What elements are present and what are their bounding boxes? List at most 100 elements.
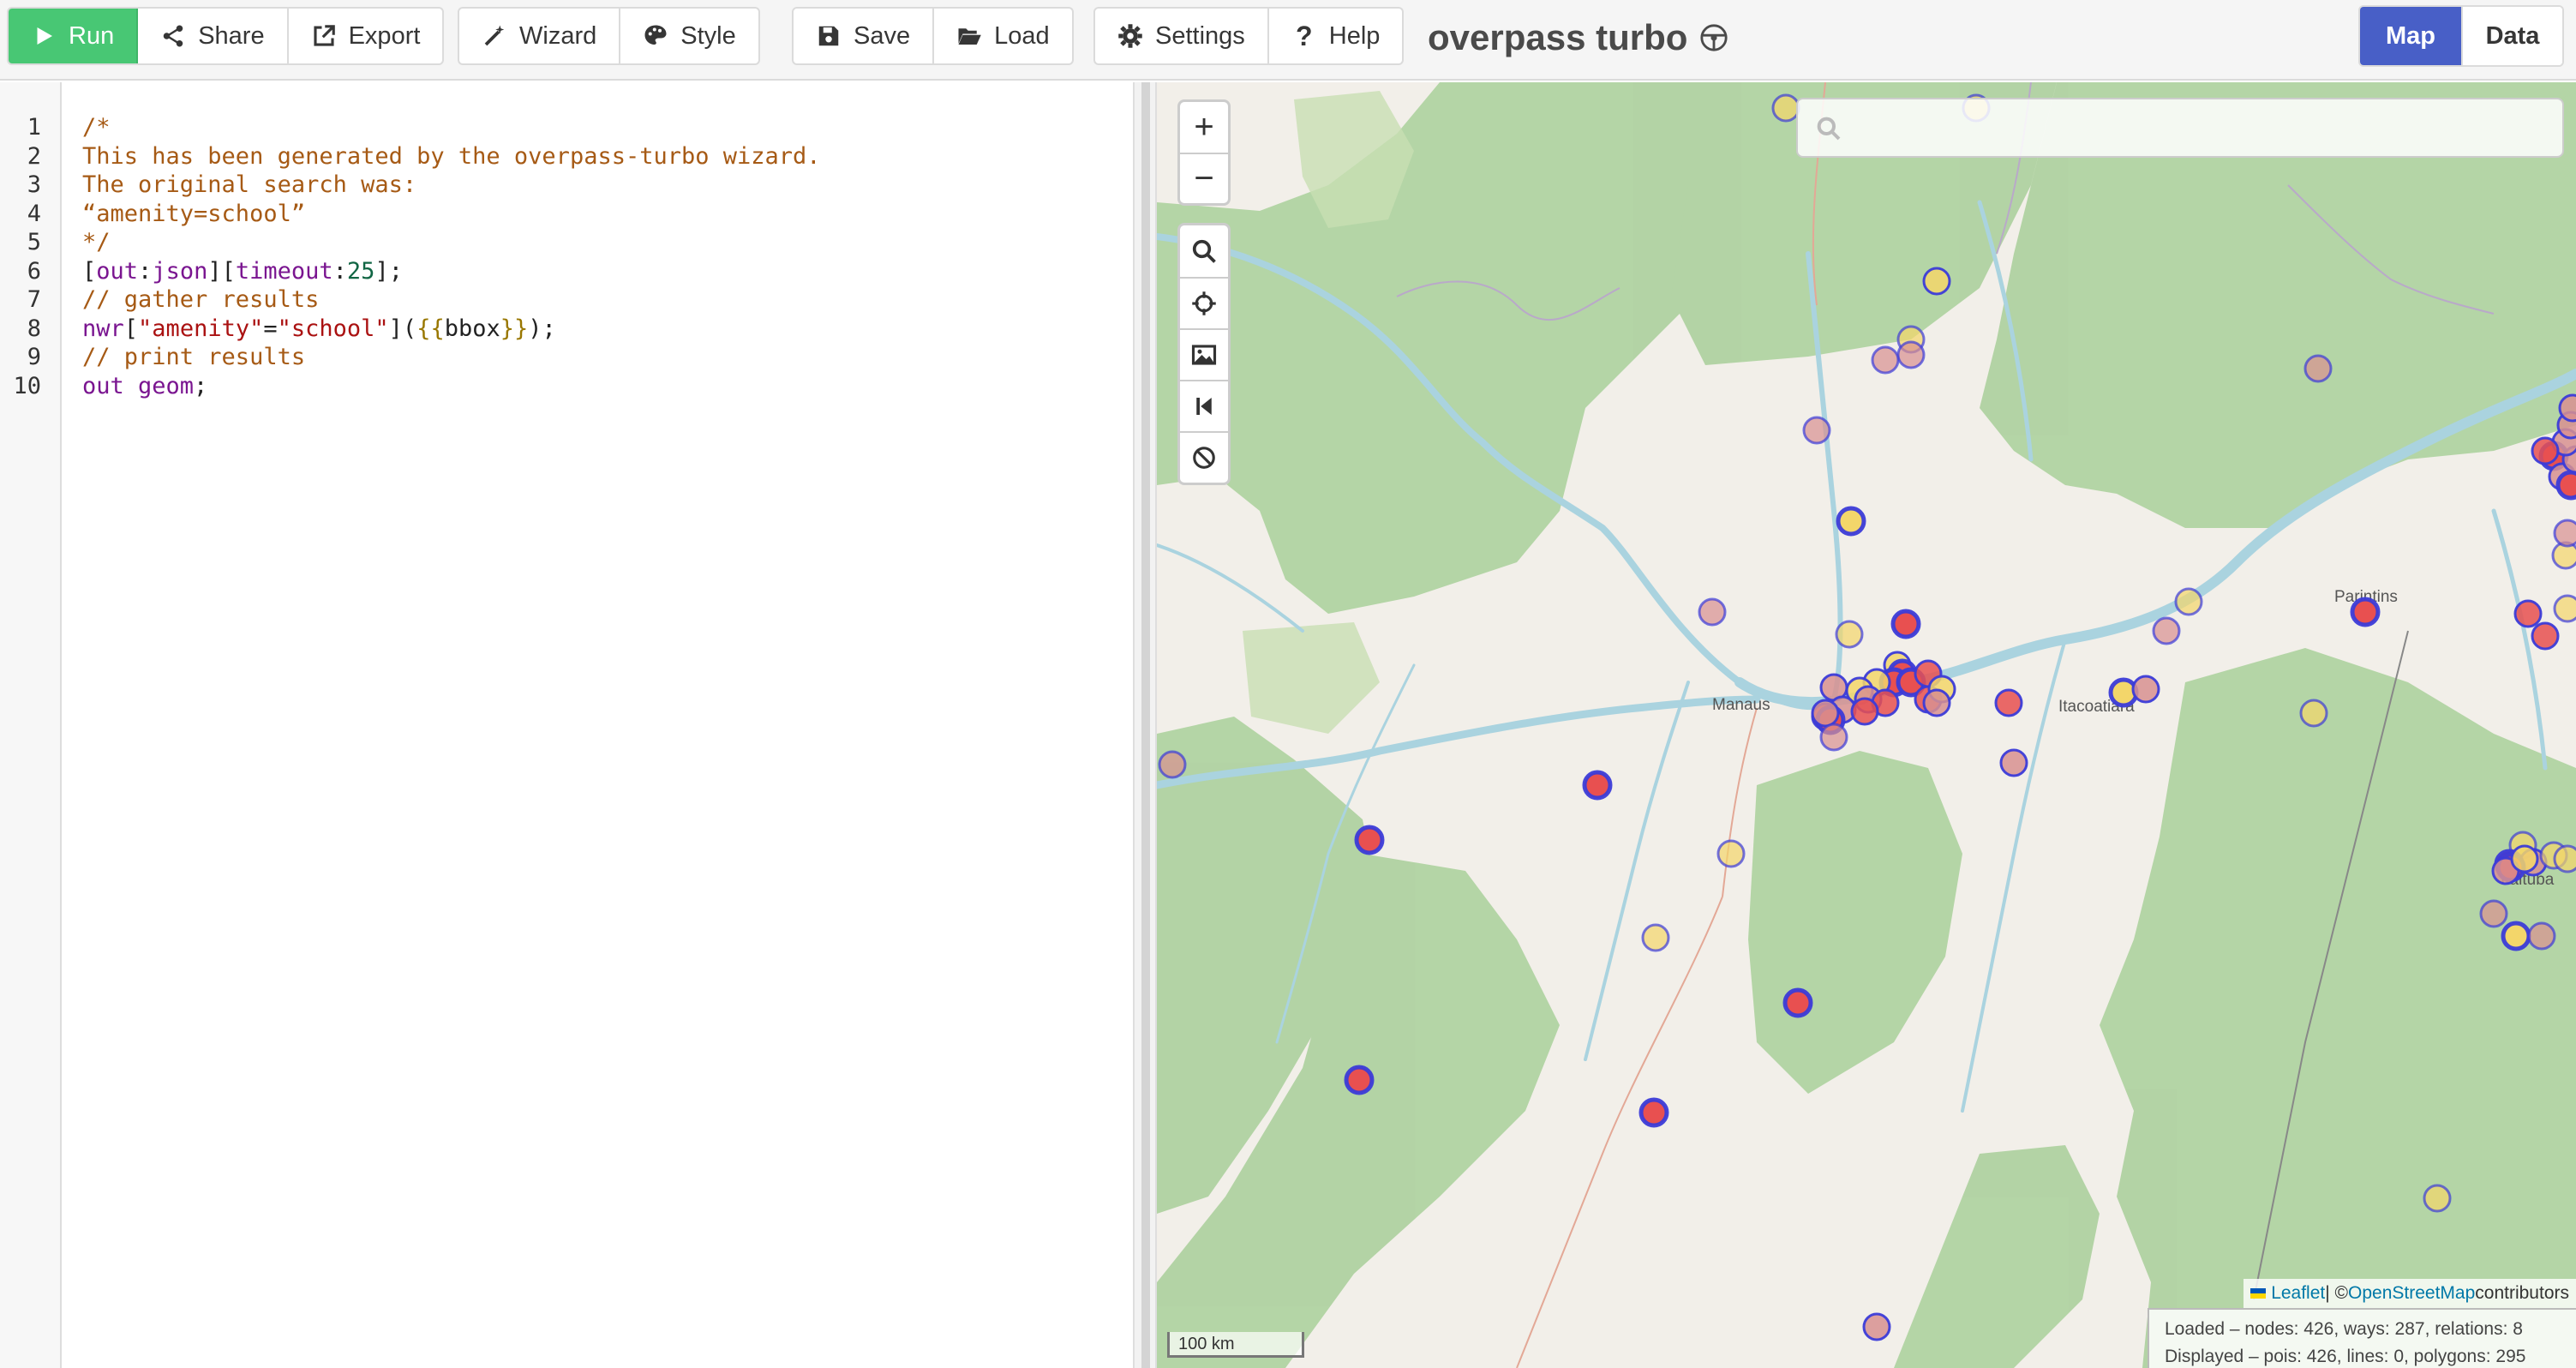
steering-wheel-icon — [1700, 24, 1728, 51]
code-token: ]; — [374, 257, 403, 285]
school-poi-marker[interactable] — [2553, 519, 2576, 548]
school-poi-marker[interactable] — [1922, 688, 1951, 717]
school-poi-marker[interactable] — [2531, 621, 2560, 651]
school-poi-marker[interactable] — [1994, 688, 2023, 717]
pane-resize-handle[interactable] — [1133, 82, 1157, 1368]
code-area[interactable]: 1 /* 2 This has been generated by the over… — [0, 113, 1131, 400]
school-poi-marker[interactable] — [2501, 921, 2531, 951]
style-label: Style — [680, 21, 736, 50]
school-poi-marker[interactable] — [1802, 416, 1831, 445]
school-poi-marker[interactable] — [2423, 1184, 2452, 1213]
school-poi-marker[interactable] — [2479, 899, 2508, 928]
app-title-text: overpass turbo — [1428, 17, 1688, 57]
code-token: out geom — [82, 372, 195, 399]
ukraine-flag-icon — [2250, 1288, 2267, 1299]
school-poi-marker[interactable] — [2174, 587, 2203, 616]
search-location-button[interactable] — [1180, 225, 1228, 277]
resize-grip — [1141, 82, 1150, 1368]
school-poi-marker[interactable] — [2513, 599, 2543, 628]
school-poi-marker[interactable] — [2555, 470, 2576, 501]
code-text: // gather results — [82, 286, 320, 314]
code-text: out geom; — [82, 373, 207, 399]
school-poi-marker[interactable] — [1811, 699, 1840, 728]
export-button[interactable]: Export — [289, 9, 443, 63]
school-poi-marker[interactable] — [2152, 616, 2181, 645]
clear-data-button[interactable] — [1180, 431, 1228, 483]
school-poi-marker[interactable] — [1354, 825, 1385, 855]
school-poi-marker[interactable] — [2553, 594, 2576, 623]
step-backward-icon — [1196, 398, 1212, 415]
school-poi-marker[interactable] — [2510, 844, 2539, 873]
school-poi-marker[interactable] — [1896, 340, 1926, 369]
line-number: 8 — [27, 315, 41, 342]
school-poi-marker[interactable] — [1862, 1312, 1891, 1341]
save-label: Save — [854, 21, 911, 50]
load-button[interactable]: Load — [934, 9, 1072, 63]
school-poi-marker[interactable] — [2531, 436, 2560, 465]
code-token: out — [96, 257, 139, 285]
wizard-button[interactable]: Wizard — [459, 9, 621, 63]
school-poi-marker[interactable] — [2527, 921, 2556, 951]
run-button[interactable]: Run — [9, 9, 139, 63]
code-token: nwr — [82, 315, 124, 342]
school-poi-marker[interactable] — [2350, 597, 2381, 627]
help-label: Help — [1328, 21, 1381, 50]
map-search-input[interactable] — [1854, 108, 2540, 149]
code-line: 9 // print results — [0, 343, 1131, 372]
school-poi-marker[interactable] — [1836, 506, 1866, 537]
school-poi-marker[interactable] — [2303, 354, 2333, 383]
school-poi-marker[interactable] — [2299, 699, 2328, 728]
code-token: {{ — [416, 315, 445, 342]
style-button[interactable]: Style — [620, 9, 758, 63]
export-image-button[interactable] — [1180, 328, 1228, 380]
ban-icon — [1193, 447, 1215, 469]
zoom-to-data-button[interactable] — [1180, 380, 1228, 431]
school-poi-marker[interactable] — [1344, 1065, 1375, 1095]
code-token: }} — [500, 315, 529, 342]
school-poi-marker[interactable] — [1582, 770, 1613, 801]
school-poi-marker[interactable] — [1698, 597, 1727, 627]
gear-icon — [1117, 23, 1143, 49]
school-poi-marker[interactable] — [1716, 839, 1746, 868]
school-poi-marker[interactable] — [1871, 345, 1900, 375]
data-view-button[interactable]: Data — [2461, 7, 2562, 65]
zoom-in-button[interactable]: + — [1180, 102, 1228, 153]
query-editor[interactable]: 1 /* 2 This has been generated by the over… — [0, 82, 1136, 1368]
settings-button[interactable]: Settings — [1095, 9, 1269, 63]
attribution-separator: | © — [2325, 1283, 2349, 1303]
school-poi-marker[interactable] — [1782, 987, 1813, 1018]
save-button[interactable]: Save — [794, 9, 935, 63]
school-poi-marker[interactable] — [1850, 697, 1879, 726]
share-label: Share — [198, 21, 265, 50]
school-poi-marker[interactable] — [2558, 393, 2576, 423]
locate-me-button[interactable] — [1180, 277, 1228, 328]
school-poi-marker[interactable] — [2131, 675, 2160, 704]
code-token: ; — [194, 372, 208, 399]
school-poi-marker[interactable] — [1641, 923, 1670, 952]
settings-help-group: Settings ? Help — [1093, 7, 1405, 65]
school-poi-marker[interactable] — [1819, 723, 1848, 752]
school-poi-marker[interactable] — [1158, 750, 1187, 779]
crosshair-icon — [1192, 291, 1216, 315]
school-poi-marker[interactable] — [1771, 93, 1800, 123]
code-text: This has been generated by the overpass-… — [82, 142, 821, 170]
school-poi-marker[interactable] — [1638, 1097, 1669, 1128]
zoom-out-button[interactable]: − — [1180, 153, 1228, 203]
map-view-button[interactable]: Map — [2360, 7, 2461, 65]
palette-icon — [643, 23, 668, 49]
school-poi-marker[interactable] — [1890, 609, 1921, 639]
leaflet-link[interactable]: Leaflet — [2271, 1283, 2325, 1304]
school-poi-marker[interactable] — [1835, 620, 1864, 649]
openstreetmap-link[interactable]: OpenStreetMap — [2348, 1283, 2475, 1304]
school-poi-marker[interactable] — [1999, 748, 2028, 777]
help-button[interactable]: ? Help — [1269, 9, 1403, 63]
school-poi-marker[interactable] — [2553, 844, 2576, 873]
code-text: /* — [82, 114, 111, 141]
map-view[interactable]: Manaus Itacoatiara Parintins Itaituba + … — [1157, 82, 2576, 1368]
map-search-box — [1796, 98, 2564, 158]
image-icon — [1191, 345, 1217, 365]
school-poi-marker[interactable] — [1922, 267, 1951, 296]
share-button[interactable]: Share — [138, 9, 289, 63]
floppy-disk-icon — [816, 23, 842, 49]
code-line: 10 out geom; — [0, 372, 1131, 401]
